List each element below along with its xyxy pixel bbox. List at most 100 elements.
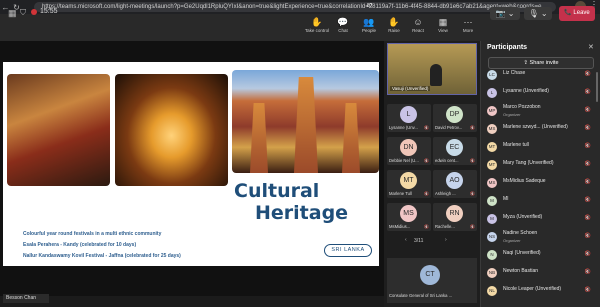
slide-title-line1: Cultural <box>234 180 320 202</box>
mic-muted-icon: 🔇 <box>584 89 591 95</box>
take-control-button[interactable]: ✋ Take control <box>304 16 330 33</box>
participant-name: Myza (Unverified) <box>503 214 543 220</box>
mic-muted-icon: 🔇 <box>584 125 591 131</box>
camera-button[interactable]: 📷 ⌄ <box>490 7 520 20</box>
participant-row[interactable]: M MI 🔇 <box>487 194 595 208</box>
url-text: https://teams.microsoft.com/light-meetin… <box>42 4 547 10</box>
participant-name: Lysanne (Unverified) <box>503 88 549 94</box>
mic-button[interactable]: 🎙 ⌄ <box>524 7 552 20</box>
participant-tile[interactable]: L Lysanne (Unv... 🔇 <box>387 104 431 132</box>
mic-muted-icon: 🔇 <box>584 215 591 221</box>
participant-avatar: DP <box>446 106 463 123</box>
presentation-slide: Cultural Heritage SRI LANKA Colourful ye… <box>3 62 379 266</box>
participants-title: Participants <box>487 44 528 51</box>
participant-tile[interactable]: DP David Petrov... 🔇 <box>433 104 477 132</box>
recording-indicator-icon <box>31 9 37 15</box>
participant-avatar: MT <box>487 142 497 152</box>
chevron-right-icon[interactable]: › <box>445 237 447 243</box>
participant-tile[interactable]: MS MsMidius... 🔇 <box>387 203 431 231</box>
participant-row[interactable]: L Lysanne (Unverified) 🔇 <box>487 86 595 100</box>
mic-muted-icon: 🔇 <box>584 107 591 113</box>
mic-muted-icon: 🔇 <box>584 71 591 77</box>
view-icon: ▦ <box>438 17 448 27</box>
participant-avatar: RN <box>446 205 463 222</box>
participant-avatar: MP <box>487 106 497 116</box>
participant-tile-name: Lysanne (Unv... <box>389 125 418 130</box>
mic-muted-icon: 🔇 <box>584 269 591 275</box>
participant-row[interactable]: NS Nadine Schoen Organizer 🔇 <box>487 230 595 244</box>
participant-row[interactable]: MS MsMidius Sadeque 🔇 <box>487 176 595 190</box>
participant-tile-name: Debbie Nel (U... <box>389 158 419 163</box>
mic-muted-icon: 🔇 <box>584 161 591 167</box>
participant-avatar: MT <box>400 172 417 189</box>
mic-muted-icon: 🔇 <box>424 191 429 196</box>
more-label: More <box>462 28 474 33</box>
address-bar[interactable]: https://teams.microsoft.com/light-meetin… <box>34 2 556 12</box>
participant-avatar: M <box>487 196 497 206</box>
participant-name: Mary Tang (Unverified) <box>503 160 554 166</box>
people-icon: 👥 <box>363 17 375 27</box>
chevron-left-icon[interactable]: ‹ <box>405 237 407 243</box>
raise-button[interactable]: ✋ Raise <box>381 16 407 33</box>
participant-row[interactable]: LC Liz Chase 🔇 <box>487 68 595 82</box>
people-label: People <box>361 28 376 33</box>
participant-avatar: N <box>487 250 497 260</box>
participant-row[interactable]: MT Marlene tull 🔇 <box>487 140 595 154</box>
chat-label: Chat <box>338 28 348 33</box>
participant-name: Marlene tull <box>503 142 529 148</box>
participant-tile[interactable]: MT Marlene Tull 🔇 <box>387 170 431 198</box>
participant-tile[interactable]: EC edwin cent... 🔇 <box>433 137 477 165</box>
participant-avatar: MS <box>487 124 497 134</box>
mic-muted-icon: 🔇 <box>584 179 591 185</box>
participant-avatar: DN <box>400 139 417 156</box>
presenter-name-label: Besson Chan <box>3 294 49 303</box>
participant-avatar: MT <box>487 160 497 170</box>
mic-muted-icon: 🔇 <box>424 125 429 130</box>
gallery-page-indicator: 3/11 <box>414 238 424 244</box>
participant-row[interactable]: NL Nicole Leaper (Unverified) 🔇 <box>487 284 595 298</box>
temple-tower-left <box>250 103 268 173</box>
take-control-icon: ✋ <box>311 17 323 27</box>
participant-tile-name: Ashleigh ... <box>435 191 456 196</box>
participant-avatar: LC <box>487 70 497 80</box>
participant-tile[interactable]: DN Debbie Nel (U... 🔇 <box>387 137 431 165</box>
leave-button[interactable]: 📞 Leave <box>559 6 595 21</box>
participants-scrollbar[interactable] <box>596 72 598 102</box>
raise-label: Raise <box>388 28 400 33</box>
participant-row[interactable]: NB Newton Bastian 🔇 <box>487 266 595 280</box>
participant-row[interactable]: MS Marlene szwyd... (Unverified) 🔇 <box>487 122 595 136</box>
view-button[interactable]: ▦ View <box>430 16 456 33</box>
participant-avatar: NB <box>487 268 497 278</box>
participant-avatar: NL <box>487 286 497 296</box>
participant-name: Newton Bastian <box>503 268 539 274</box>
leave-label: Leave <box>573 10 590 16</box>
shield-icon: ⛉ <box>20 8 26 17</box>
close-icon[interactable]: ✕ <box>588 43 594 51</box>
participant-tile[interactable]: AO Ashleigh ... 🔇 <box>433 170 477 198</box>
people-count-badge: 87 <box>367 3 373 9</box>
people-button[interactable]: 👥 People <box>356 16 382 33</box>
participant-row[interactable]: MT Mary Tang (Unverified) 🔇 <box>487 158 595 172</box>
chat-button[interactable]: 💬 Chat <box>330 16 356 33</box>
featured-participant-avatar: CT <box>420 265 440 285</box>
grid-icon[interactable]: ▦ <box>8 8 17 19</box>
more-button[interactable]: ⋯ More <box>455 16 481 33</box>
participant-tile-name: Rachelle... <box>435 224 455 229</box>
participant-row[interactable]: MP Marco Pozzobon Organizer 🔇 <box>487 104 595 118</box>
participant-row[interactable]: M Myza (Unverified) 🔇 <box>487 212 595 226</box>
mic-muted-icon: 🔇 <box>584 287 591 293</box>
take-control-label: Take control <box>304 28 330 33</box>
participant-tile-name: MsMidius... <box>389 224 411 229</box>
mic-muted-icon: 🔇 <box>584 251 591 257</box>
participant-name: MsMidius Sadeque <box>503 178 546 184</box>
participant-row[interactable]: N Naqi (Unverified) 🔇 <box>487 248 595 262</box>
slide-text-line: Nallur Kandaswamy Kovil Festival - Jaffn… <box>23 253 181 259</box>
participant-avatar: AO <box>446 172 463 189</box>
more-icon: ⋯ <box>463 17 473 27</box>
participant-tile[interactable]: RN Rachelle... 🔇 <box>433 203 477 231</box>
react-label: React <box>412 28 424 33</box>
react-button[interactable]: ☺ React <box>405 16 431 33</box>
mic-muted-icon: 🔇 <box>424 158 429 163</box>
participant-role: Organizer <box>503 238 521 243</box>
temple-tower-center <box>294 77 318 173</box>
